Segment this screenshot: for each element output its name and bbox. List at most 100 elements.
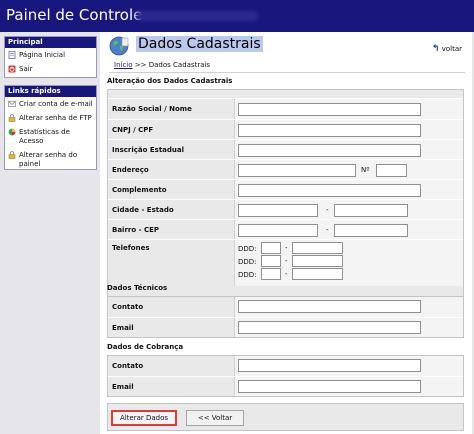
breadcrumb-current: Dados Cadastrais (148, 61, 211, 69)
ddd-input-1[interactable] (261, 242, 281, 254)
ddd-input-2[interactable] (261, 255, 281, 267)
field-cell: - (234, 200, 463, 219)
save-button[interactable]: Alterar Dados (111, 410, 177, 426)
endereco-input[interactable] (238, 164, 356, 177)
form-row-contato-cobranca: Contato (108, 356, 463, 376)
bairro-input[interactable] (238, 224, 318, 237)
sidebar-links-title: Links rápidos (5, 86, 96, 97)
section-title-cobranca: Dados de Cobrança (107, 343, 184, 351)
top-bar: Painel de Controle (0, 0, 474, 32)
sidebar-links-rapidos: Links rápidos Criar conta de e-mail Alte… (4, 85, 97, 170)
voltar-button[interactable]: << Voltar (186, 410, 244, 426)
phone-input-3[interactable] (292, 268, 343, 280)
form-row-email-cobranca: Email (108, 376, 463, 396)
ddd-label: DDD: (238, 258, 257, 266)
sidebar-principal: Principal Página Inicial Sair (4, 36, 97, 78)
section-title-tecnicos: Dados Técnicos (107, 284, 168, 292)
page-icon (8, 51, 16, 59)
separator: - (326, 226, 329, 234)
sidebar-item-pagina-inicial[interactable]: Página Inicial (5, 50, 96, 61)
form-table-tecnicos: Contato Email (107, 296, 464, 338)
form-row-contato-tecnico: Contato (108, 297, 463, 317)
estado-input[interactable] (334, 204, 408, 217)
field-cell (234, 356, 463, 376)
sidebar-item-label: Estatísticas de Acesso (19, 128, 70, 145)
back-link[interactable]: ↰ voltar (432, 44, 462, 54)
field-label: Email (112, 324, 134, 332)
ddd-label: DDD: (238, 245, 257, 253)
email-cobranca-input[interactable] (238, 380, 421, 393)
ddd-input-3[interactable] (261, 268, 281, 280)
field-label: Razão Social / Nome (112, 105, 192, 113)
contato-tecnico-input[interactable] (238, 300, 421, 313)
sidebar-item-estatisticas[interactable]: Estatísticas de Acesso (5, 127, 96, 147)
cep-input[interactable] (334, 224, 408, 237)
form-row-email-tecnico: Email (108, 317, 463, 337)
cnpj-cpf-input[interactable] (238, 124, 421, 137)
divider (109, 72, 465, 73)
email-tecnico-input[interactable] (238, 321, 421, 334)
sidebar-item-label: Alterar senha do painel (19, 151, 78, 168)
sidebar-item-label: Criar conta de e-mail (19, 100, 93, 108)
envelope-icon (8, 101, 16, 107)
breadcrumb-home-link[interactable]: Início (114, 61, 133, 69)
form-table-cobranca: Contato Email (107, 355, 464, 397)
field-label: Bairro - CEP (112, 226, 160, 234)
field-label: Cidade - Estado (112, 206, 174, 214)
form-row-bairro: Bairro - CEP - (108, 219, 463, 239)
field-cell (234, 120, 463, 139)
back-link-label: voltar (441, 45, 462, 53)
inscricao-estadual-input[interactable] (238, 144, 421, 157)
sidebar-item-label: Alterar senha de FTP (19, 114, 92, 122)
separator: - (285, 244, 288, 252)
sidebar-item-criar-email[interactable]: Criar conta de e-mail (5, 99, 96, 110)
field-label: Contato (112, 362, 144, 370)
field-label: Complemento (112, 186, 167, 194)
form-table-cadastro: Razão Social / Nome CNPJ / CPF Inscrição… (107, 89, 464, 307)
razao-social-input[interactable] (238, 103, 421, 116)
form-row-telefones: Telefones DDD: - DDD: - DDD: - (108, 239, 463, 286)
field-cell (234, 318, 463, 337)
page-title: Dados Cadastrais (136, 36, 263, 52)
button-row: Alterar Dados << Voltar (107, 403, 464, 431)
form-row-cnpj: CNPJ / CPF (108, 119, 463, 139)
sidebar-principal-title: Principal (5, 37, 96, 48)
sidebar-item-senha-painel[interactable]: Alterar senha do painel (5, 150, 96, 170)
field-label: Email (112, 383, 134, 391)
contato-cobranca-input[interactable] (238, 359, 421, 372)
lock-icon (8, 151, 16, 159)
form-row-inscricao: Inscrição Estadual (108, 139, 463, 159)
blurred-domain (136, 11, 258, 21)
breadcrumb: Início >> Dados Cadastrais (114, 61, 210, 69)
form-row-endereco: Endereço Nº (108, 159, 463, 179)
sidebar-item-senha-ftp[interactable]: Alterar senha de FTP (5, 113, 96, 124)
field-label: Contato (112, 303, 144, 311)
complemento-input[interactable] (238, 184, 421, 197)
lock-icon (8, 114, 16, 122)
sidebar-item-label: Página Inicial (19, 51, 66, 59)
breadcrumb-separator: >> (134, 61, 147, 69)
form-row-complemento: Complemento (108, 179, 463, 199)
separator: - (326, 206, 329, 214)
numero-input[interactable] (376, 164, 407, 177)
form-row-razao: Razão Social / Nome (108, 98, 463, 119)
phone-input-2[interactable] (292, 255, 343, 267)
globe-icon (109, 36, 129, 56)
field-cell (234, 377, 463, 396)
form-row-cidade: Cidade - Estado - (108, 199, 463, 219)
cidade-input[interactable] (238, 204, 318, 217)
field-label: Endereço (112, 166, 149, 174)
field-cell (234, 99, 463, 119)
exit-icon (8, 65, 16, 73)
field-cell (234, 297, 463, 317)
numero-label: Nº (361, 166, 370, 174)
back-arrow-icon: ↰ (431, 44, 440, 54)
ddd-label: DDD: (238, 271, 257, 279)
main-content: Dados Cadastrais ↰ voltar Início >> Dado… (100, 32, 472, 434)
separator: - (285, 270, 288, 278)
field-cell: Nº (234, 160, 463, 179)
section-title-alteracao: Alteração dos Dados Cadastrais (107, 77, 233, 85)
sidebar-item-label: Sair (19, 65, 33, 73)
sidebar-item-sair[interactable]: Sair (5, 64, 96, 75)
phone-input-1[interactable] (292, 242, 343, 254)
